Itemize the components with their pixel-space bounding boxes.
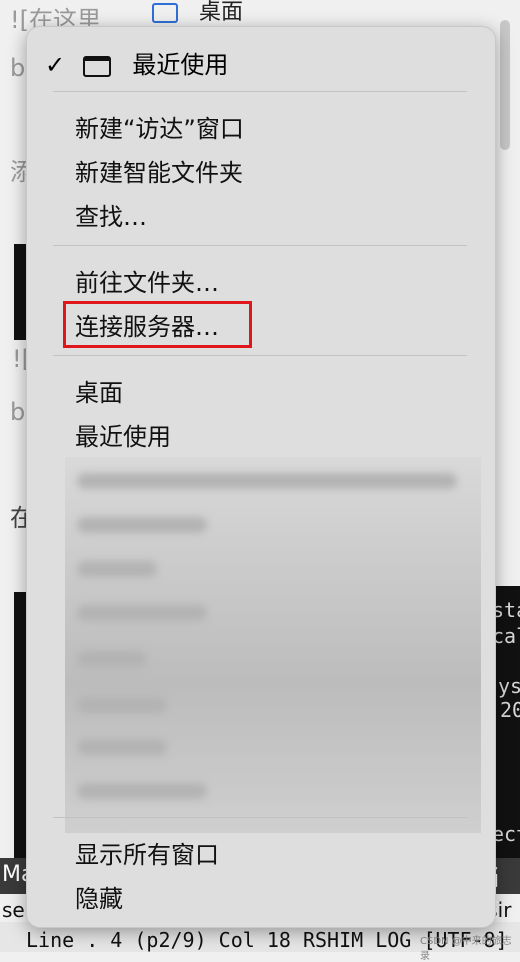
menu-separator [53, 245, 467, 246]
bg-fragment: sta [492, 598, 520, 622]
blurred-line [77, 605, 207, 621]
blurred-line [77, 651, 147, 667]
bg-fragment: b [10, 54, 26, 82]
blurred-line [77, 783, 207, 799]
bg-scrollbar [500, 20, 510, 150]
bg-fragment: ect [492, 822, 520, 846]
menu-item-recents[interactable]: 最近使用 [75, 417, 171, 452]
checkmark-icon: ✓ [45, 51, 66, 79]
menu-item-new-smart-folder[interactable]: 新建智能文件夹 [75, 153, 243, 188]
menu-separator [53, 355, 467, 356]
menu-separator [53, 91, 467, 92]
menu-item-hide[interactable]: 隐藏 [75, 879, 123, 914]
blurred-line [77, 697, 167, 713]
window-icon [82, 55, 111, 77]
menu-item-go-to-folder[interactable]: 前往文件夹… [75, 263, 219, 298]
watermark: CSDN @中来的旅志录 [420, 936, 512, 962]
bg-top-item: 桌面 [152, 0, 243, 26]
desktop-icon [152, 3, 178, 23]
bg-top-item-label: 桌面 [199, 0, 244, 25]
context-menu: ✓ 最近使用 新建“访达”窗口 新建智能文件夹 查找… 前往文件夹… 连接服务器… [26, 26, 496, 928]
bg-fragment: cal [492, 624, 520, 648]
blurred-line [77, 517, 207, 533]
menu-item-new-finder-window[interactable]: 新建“访达”窗口 [75, 109, 244, 144]
menu-item-label: 最近使用 [132, 51, 229, 79]
blurred-line [77, 739, 167, 755]
highlight-box [63, 301, 252, 348]
blurred-line [77, 473, 457, 489]
bg-fragment: 20 [500, 698, 520, 722]
menu-item-desktop[interactable]: 桌面 [75, 373, 123, 408]
blurred-line [77, 561, 157, 577]
menu-item-recent-checked[interactable]: ✓ 最近使用 [45, 45, 228, 80]
menu-item-find[interactable]: 查找… [75, 197, 147, 232]
bg-fragment: b [10, 398, 26, 426]
bg-fragment: yst [498, 674, 520, 698]
menu-separator [53, 817, 467, 818]
menu-item-show-all-windows[interactable]: 显示所有窗口 [75, 835, 219, 870]
blurred-region [65, 457, 481, 833]
